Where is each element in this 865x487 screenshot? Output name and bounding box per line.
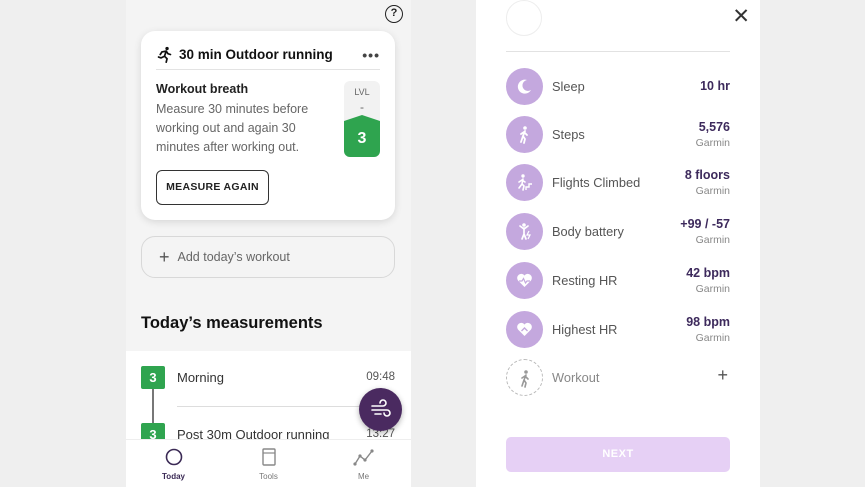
add-workout-button[interactable]: + Add today’s workout <box>141 236 395 278</box>
level-indicator: LVL - 3 <box>344 81 380 157</box>
timeline-connector <box>152 389 154 423</box>
level-value: 3 <box>344 121 380 157</box>
metric-source: Garmin <box>695 332 730 344</box>
stairs-icon <box>506 164 543 201</box>
workout-description: Measure 30 minutes before working out an… <box>156 102 309 154</box>
metric-source: Garmin <box>695 234 730 246</box>
metric-row-workout[interactable]: Workout + <box>506 359 730 397</box>
metric-value: 98 bpm <box>686 315 730 329</box>
level-empty: - <box>360 100 364 114</box>
bottom-tab-bar: Today Tools Me <box>126 439 411 487</box>
tab-label: Tools <box>259 472 278 481</box>
circle-icon <box>165 448 182 466</box>
moon-icon <box>506 68 543 105</box>
measurement-name[interactable]: Morning <box>177 370 224 385</box>
section-title: Today’s measurements <box>141 314 323 332</box>
faded-top-row <box>506 0 730 36</box>
metric-row-resting-hr[interactable]: Resting HR 42 bpm Garmin <box>506 262 730 300</box>
help-button[interactable]: ? <box>385 5 403 23</box>
metric-source: Garmin <box>695 137 730 149</box>
metric-value: 42 bpm <box>686 266 730 280</box>
metric-name: Steps <box>552 127 585 142</box>
metric-row-flights[interactable]: Flights Climbed 8 floors Garmin <box>506 164 730 202</box>
metric-source: Garmin <box>695 185 730 197</box>
metric-row-steps[interactable]: Steps 5,576 Garmin <box>506 116 730 154</box>
metric-name: Body battery <box>552 224 624 239</box>
measure-again-button[interactable]: MEASURE AGAIN <box>156 170 269 205</box>
more-options-button[interactable]: ••• <box>362 47 380 63</box>
heart-up-icon <box>506 311 543 348</box>
metrics-screen: ✕ Sleep 10 hr Steps 5,576 Garmin Flights… <box>476 0 760 487</box>
breath-fab-button[interactable] <box>359 388 402 431</box>
metric-value: 8 floors <box>684 168 730 182</box>
metric-row-sleep[interactable]: Sleep 10 hr <box>506 68 730 106</box>
close-button[interactable]: ✕ <box>732 6 750 27</box>
metric-row-body-battery[interactable]: Body battery +99 / -57 Garmin <box>506 213 730 251</box>
tab-today[interactable]: Today <box>126 440 221 487</box>
workout-title: 30 min Outdoor running <box>179 47 333 62</box>
workout-card: 30 min Outdoor running ••• Workout breat… <box>141 31 395 220</box>
metric-source: Garmin <box>695 283 730 295</box>
metric-row-highest-hr[interactable]: Highest HR 98 bpm Garmin <box>506 311 730 349</box>
next-button[interactable]: NEXT <box>506 437 730 472</box>
trend-icon <box>352 449 374 466</box>
metric-name: Sleep <box>552 79 585 94</box>
today-screen: ? 30 min Outdoor running ••• Workout bre… <box>126 0 411 487</box>
tab-tools[interactable]: Tools <box>221 440 316 487</box>
wind-icon <box>371 399 391 417</box>
walk-icon <box>506 116 543 153</box>
heart-icon <box>506 262 543 299</box>
divider <box>177 406 377 407</box>
battery-person-icon <box>506 213 543 250</box>
add-workout-plus-button[interactable]: + <box>717 366 728 384</box>
metric-name: Resting HR <box>552 273 618 288</box>
metric-value: +99 / -57 <box>680 217 730 231</box>
measurement-level-badge: 3 <box>141 366 165 389</box>
tab-me[interactable]: Me <box>316 440 411 487</box>
book-icon <box>261 448 276 466</box>
tab-label: Me <box>357 472 370 481</box>
add-workout-label: Add today’s workout <box>177 250 290 264</box>
workout-card-header: 30 min Outdoor running ••• <box>156 40 380 70</box>
metric-value: 5,576 <box>698 120 730 134</box>
plus-icon: + <box>159 247 170 267</box>
metric-name: Workout <box>552 370 600 385</box>
divider <box>506 51 730 52</box>
tab-label: Today <box>162 472 185 481</box>
metric-name: Flights Climbed <box>552 175 641 190</box>
metric-name: Highest HR <box>552 322 618 337</box>
running-icon <box>157 46 172 63</box>
workout-subtitle: Workout breath <box>156 82 249 96</box>
metric-value: 10 hr <box>700 79 730 93</box>
measurement-time: 09:48 <box>366 371 395 383</box>
faded-icon <box>506 0 542 36</box>
workout-placeholder-icon <box>506 359 543 396</box>
level-label: LVL <box>354 87 370 97</box>
